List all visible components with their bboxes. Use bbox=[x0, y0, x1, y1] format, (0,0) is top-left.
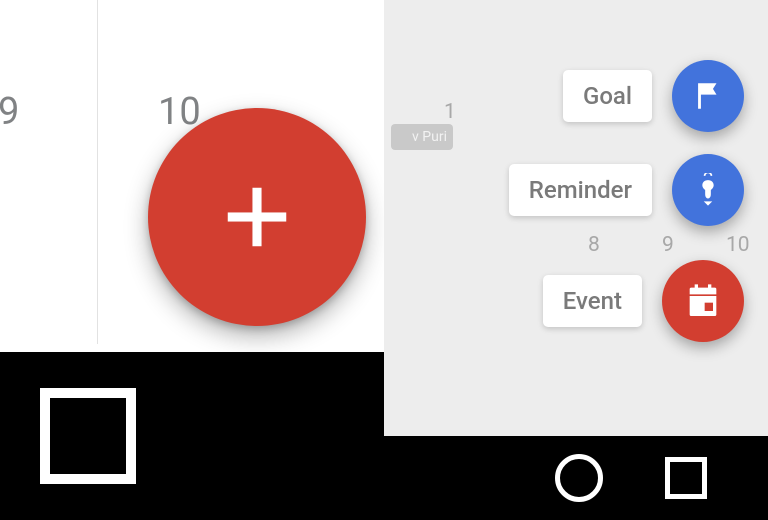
reminder-fab[interactable] bbox=[672, 154, 744, 226]
calendar-hour-1: 1 bbox=[444, 100, 456, 124]
speed-dial-row-event: Event bbox=[543, 260, 744, 342]
left-screenshot: 9 10 bbox=[0, 0, 384, 520]
create-fab[interactable] bbox=[148, 108, 366, 326]
goal-fab[interactable] bbox=[672, 60, 744, 132]
right-screenshot: 1 v Puri 8 9 10 Goal Reminder Event bbox=[384, 0, 768, 520]
android-navbar-left bbox=[0, 352, 384, 520]
android-navbar-right bbox=[384, 436, 768, 520]
calendar-hour-9: 9 bbox=[662, 233, 674, 257]
event-label[interactable]: Event bbox=[543, 275, 642, 327]
column-divider bbox=[97, 0, 98, 344]
home-circle-icon[interactable] bbox=[555, 454, 603, 502]
speed-dial-row-goal: Goal bbox=[563, 60, 744, 132]
calendar-hour-10: 10 bbox=[726, 233, 750, 257]
calendar-icon bbox=[683, 281, 723, 321]
calendar-date-9: 9 bbox=[0, 90, 19, 134]
plus-icon bbox=[218, 178, 296, 256]
speed-dial-row-reminder: Reminder bbox=[509, 154, 744, 226]
recent-apps-icon[interactable] bbox=[665, 457, 707, 499]
calendar-event-chip: v Puri bbox=[391, 124, 453, 150]
event-fab[interactable] bbox=[662, 260, 744, 342]
recent-apps-icon[interactable] bbox=[40, 388, 136, 484]
calendar-hour-8: 8 bbox=[588, 233, 600, 257]
goal-label[interactable]: Goal bbox=[563, 70, 652, 122]
reminder-icon bbox=[691, 173, 725, 207]
reminder-label[interactable]: Reminder bbox=[509, 164, 652, 216]
flag-icon bbox=[691, 79, 725, 113]
